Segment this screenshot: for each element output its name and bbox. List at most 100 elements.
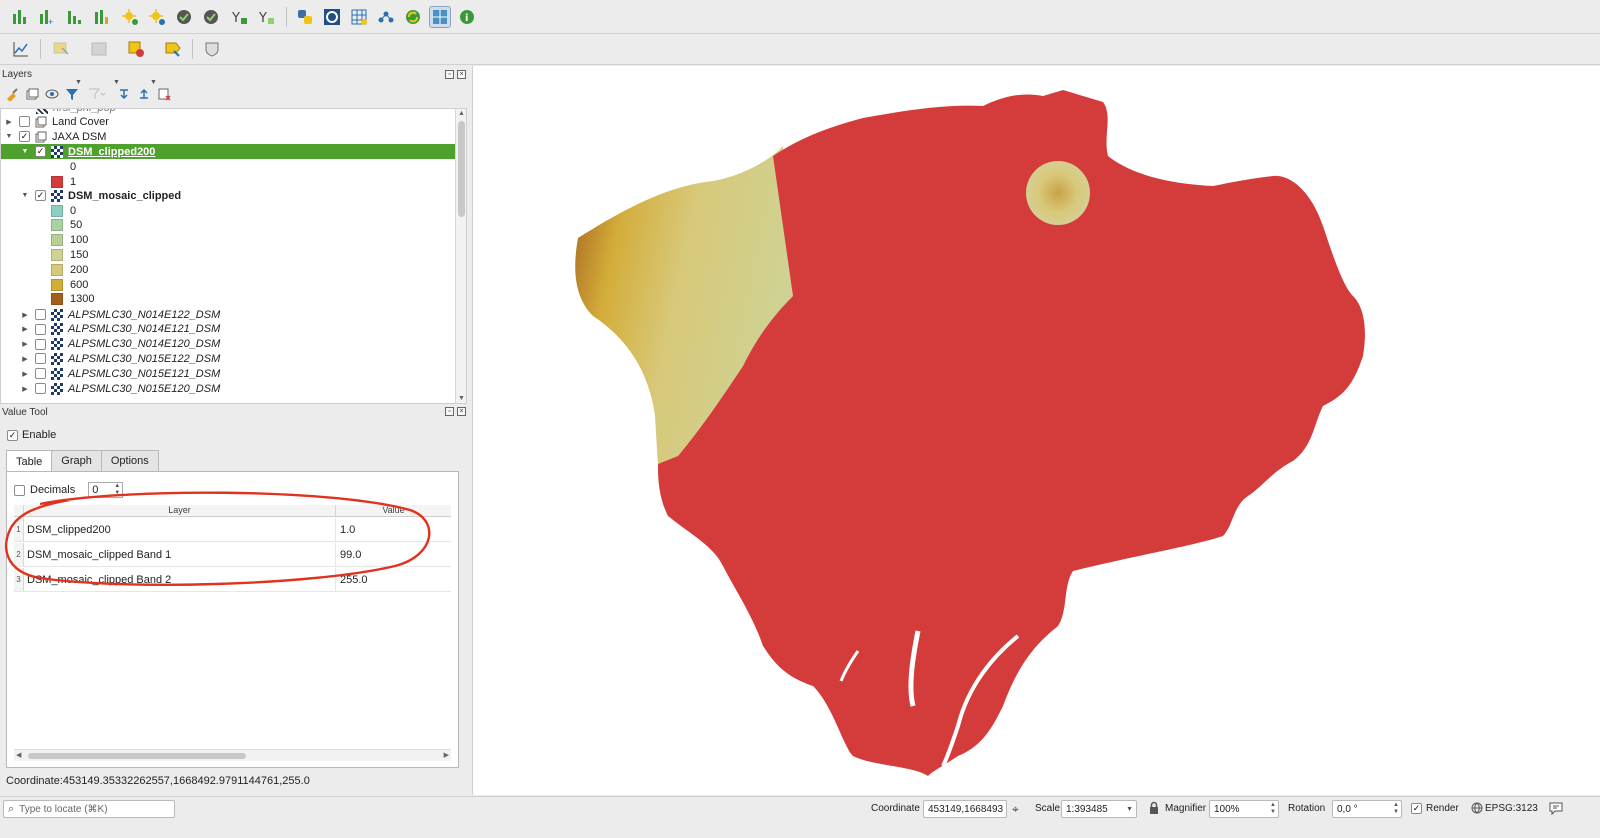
deselect-icon[interactable] (125, 38, 147, 60)
layer-row-alps[interactable]: ▶ ALPSMLC30_N015E121_DSM (1, 366, 456, 381)
scale-combobox[interactable]: 1:393485 ▼ (1061, 800, 1137, 818)
scroll-down-icon[interactable]: ▼ (458, 395, 465, 402)
sun-settings-icon[interactable] (146, 6, 168, 28)
plugin-toolbar: + Y Y i (0, 0, 1600, 34)
coordinate-field[interactable]: 453149,1668493 (923, 800, 1007, 818)
collapse-arrow-icon[interactable]: ▼ (20, 192, 30, 199)
collapse-all-icon[interactable] (135, 85, 153, 103)
histogram-icon[interactable] (63, 6, 85, 28)
visibility-checkbox[interactable]: ✓ (19, 131, 30, 142)
layer-row-alps[interactable]: ▶ ALPSMLC30_N015E120_DSM (1, 381, 456, 396)
select-features-icon[interactable] (50, 38, 72, 60)
messages-icon[interactable] (1548, 800, 1564, 819)
layer-row-alps[interactable]: ▶ ALPSMLC30_N014E120_DSM (1, 337, 456, 352)
expand-arrow-icon[interactable]: ▶ (4, 118, 14, 126)
globe-refresh-icon[interactable] (200, 6, 222, 28)
expand-all-icon[interactable] (115, 85, 133, 103)
tab-graph[interactable]: Graph (51, 450, 102, 471)
tab-options[interactable]: Options (100, 450, 159, 471)
globe-check-icon[interactable] (173, 6, 195, 28)
tab-table[interactable]: Table (6, 450, 53, 472)
plugin-crest-icon[interactable] (201, 38, 223, 60)
expand-arrow-icon[interactable]: ▶ (20, 340, 30, 348)
network-icon[interactable] (375, 6, 397, 28)
style-paint-icon[interactable] (3, 85, 21, 103)
collapse-arrow-icon[interactable]: ▼ (4, 133, 14, 140)
float-icon[interactable]: ▫ (445, 70, 454, 79)
locate-search-field[interactable]: ⌕ Type to locate (⌘K) (3, 800, 175, 818)
profile-chart-icon[interactable] (10, 38, 32, 60)
layer-row-jaxa-dsm[interactable]: ▼ ✓ JAXA DSM (1, 129, 456, 144)
collapse-arrow-icon[interactable]: ▼ (20, 148, 30, 155)
remove-layer-icon[interactable] (155, 85, 173, 103)
crs-globe-icon[interactable] (1471, 802, 1483, 817)
filter-icon[interactable] (63, 85, 81, 103)
spin-arrows-icon[interactable]: ▲ ▼ (1270, 802, 1276, 816)
close-icon[interactable]: × (457, 70, 466, 79)
scroll-right-icon[interactable]: ▶ (444, 751, 449, 759)
scroll-left-icon[interactable]: ◀ (16, 751, 21, 759)
rotation-spinbox[interactable]: 0,0 ° ▲ ▼ (1332, 800, 1402, 818)
layer-row-dsm-clipped200[interactable]: ▼ ✓ DSM_clipped200 (1, 144, 456, 159)
visibility-checkbox[interactable] (35, 309, 46, 320)
expand-arrow-icon[interactable]: ▶ (20, 325, 30, 333)
layer-tree-scrollbar[interactable]: ▲ ▼ (455, 109, 466, 403)
enable-checkbox-row[interactable]: ✓ Enable (7, 429, 56, 441)
layer-row-alps[interactable]: ▶ ALPSMLC30_N015E122_DSM (1, 351, 456, 366)
raster-icon (51, 308, 63, 321)
layer-row-alps[interactable]: ▶ ALPSMLC30_N014E122_DSM (1, 307, 456, 322)
map-canvas[interactable] (472, 66, 1600, 795)
visibility-checkbox[interactable] (35, 383, 46, 394)
info-icon[interactable]: i (456, 6, 478, 28)
value-tool-icon[interactable] (429, 6, 451, 28)
layer-row-dsm-mosaic[interactable]: ▼ ✓ DSM_mosaic_clipped (1, 188, 456, 203)
eye-icon[interactable] (43, 85, 61, 103)
select-y-icon[interactable]: Y (228, 6, 250, 28)
scrollbar-thumb[interactable] (458, 121, 465, 217)
expand-arrow-icon[interactable]: ▶ (20, 355, 30, 363)
python-icon[interactable] (294, 6, 316, 28)
expand-arrow-icon[interactable]: ▶ (20, 370, 30, 378)
attribute-table-icon[interactable] (88, 38, 110, 60)
chevron-down-icon[interactable]: ▼ (1126, 806, 1133, 813)
magnifier-spinbox[interactable]: 100% ▲ ▼ (1209, 800, 1279, 818)
visibility-checkbox[interactable] (35, 338, 46, 350)
add-group-icon[interactable] (23, 85, 41, 103)
scale-value: 1:393485 (1066, 803, 1108, 815)
crs-label[interactable]: EPSG:3123 (1485, 803, 1538, 814)
metasearch-icon[interactable] (321, 6, 343, 28)
layer-row-land-cover[interactable]: ▶ Land Cover (1, 114, 456, 129)
layer-row-alps[interactable]: ▶ ALPSMLC30_N014E121_DSM (1, 322, 456, 337)
expand-arrow-icon[interactable]: ▶ (20, 385, 30, 393)
render-checkbox[interactable]: ✓ (1411, 803, 1422, 814)
svg-text:Y: Y (231, 11, 240, 26)
toggle-extents-icon[interactable]: ⌖ (1012, 802, 1019, 817)
expand-arrow-icon[interactable]: ▶ (20, 311, 30, 319)
legend-label: 150 (70, 248, 89, 261)
visibility-checkbox[interactable] (35, 368, 46, 380)
float-icon[interactable]: ▫ (445, 407, 454, 416)
raster-icon (51, 145, 63, 158)
histogram-edit-icon[interactable] (90, 6, 112, 28)
filter-expression-icon[interactable] (85, 85, 109, 103)
sync-icon[interactable] (402, 6, 424, 28)
enable-checkbox[interactable]: ✓ (7, 429, 18, 441)
grid-icon[interactable] (348, 6, 370, 28)
scroll-up-icon[interactable]: ▲ (458, 110, 465, 117)
close-icon[interactable]: × (457, 407, 466, 416)
scrollbar-thumb[interactable] (28, 753, 246, 759)
visibility-checkbox[interactable] (35, 353, 46, 365)
table-h-scrollbar[interactable]: ◀ ▶ (14, 749, 451, 761)
visibility-checkbox[interactable] (35, 323, 46, 335)
lock-icon[interactable] (1148, 801, 1160, 818)
visibility-checkbox[interactable]: ✓ (35, 190, 46, 201)
sun-add-icon[interactable] (119, 6, 141, 28)
visibility-checkbox[interactable] (19, 116, 30, 127)
bar-chart-icon[interactable] (9, 6, 31, 28)
spin-arrows-icon[interactable]: ▲ ▼ (1393, 802, 1399, 816)
select-y-filter-icon[interactable]: Y (255, 6, 277, 28)
visibility-checkbox[interactable]: ✓ (35, 146, 46, 157)
bar-chart-add-icon[interactable]: + (36, 6, 58, 28)
label-icon[interactable] (162, 38, 184, 60)
raster-icon (51, 352, 63, 365)
